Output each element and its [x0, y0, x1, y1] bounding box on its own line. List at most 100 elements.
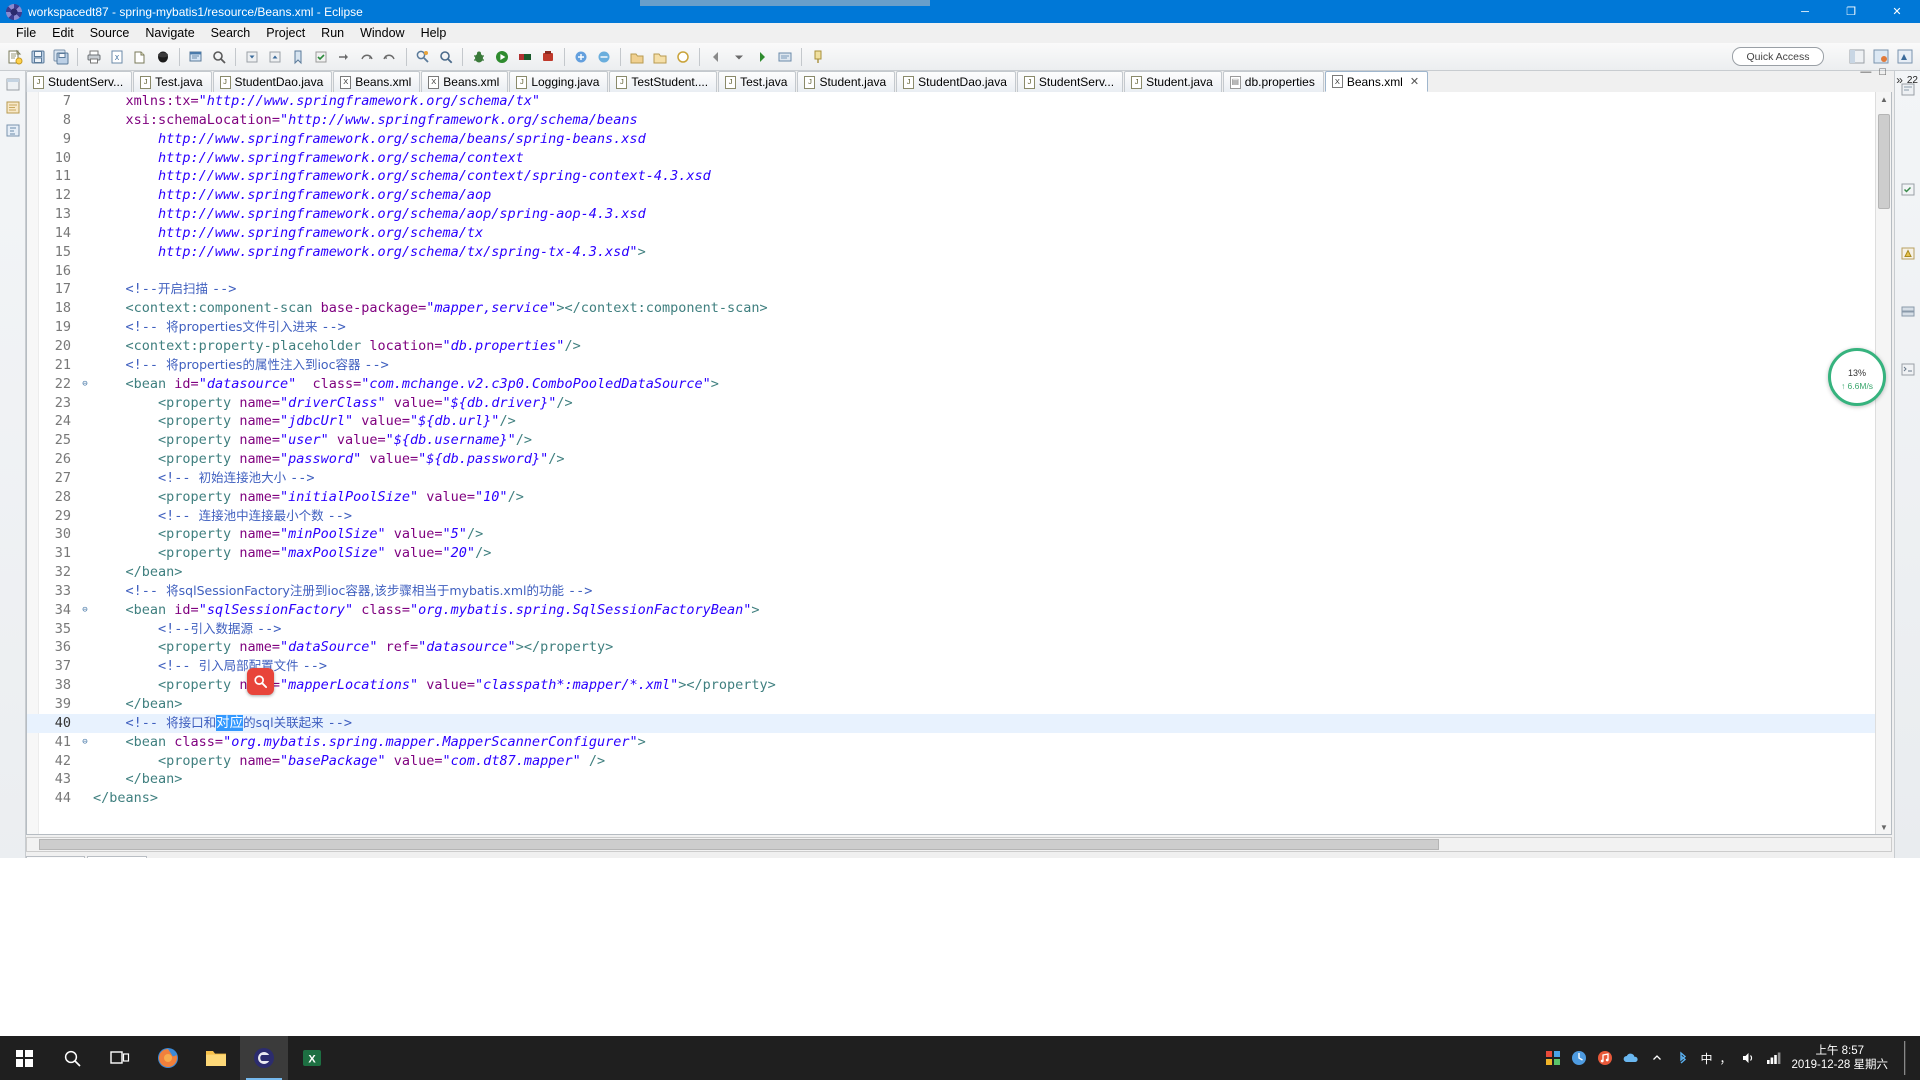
code-line-13[interactable]: 13 http://www.springframework.org/schema…	[27, 205, 1875, 224]
code-line-15[interactable]: 15 http://www.springframework.org/schema…	[27, 243, 1875, 262]
menu-item-help[interactable]: Help	[413, 24, 455, 42]
coverage-icon[interactable]	[514, 46, 536, 68]
code-line-36[interactable]: 36 <property name="dataSource" ref="data…	[27, 638, 1875, 657]
chevron-down-icon[interactable]	[728, 46, 750, 68]
tab-overflow-chevron[interactable]: »	[1896, 73, 1903, 87]
code-line-21[interactable]: 21 <!-- 将properties的属性注入到ioc容器 -->	[27, 356, 1875, 375]
menu-item-source[interactable]: Source	[82, 24, 138, 42]
ime-cn-label[interactable]: 中	[1700, 1050, 1712, 1067]
vertical-scroll-thumb[interactable]	[1878, 114, 1890, 209]
package-explorer-icon[interactable]	[2, 97, 24, 117]
code-line-39[interactable]: 39 </bean>	[27, 695, 1875, 714]
search-file-icon[interactable]	[435, 46, 457, 68]
code-line-28[interactable]: 28 <property name="initialPoolSize" valu…	[27, 488, 1875, 507]
ime-indicator[interactable]: 中 ，	[1700, 1050, 1731, 1067]
xml-editor[interactable]: 7 xmlns:tx="http://www.springframework.o…	[26, 92, 1892, 835]
editor-tab-5[interactable]: J Logging.java	[509, 71, 609, 92]
open-perspective-icon[interactable]	[1846, 46, 1868, 67]
code-line-8[interactable]: 8 xsi:schemaLocation="http://www.springf…	[27, 111, 1875, 130]
problems-view-icon[interactable]	[1897, 243, 1919, 263]
code-line-32[interactable]: 32 </bean>	[27, 563, 1875, 582]
code-line-7[interactable]: 7 xmlns:tx="http://www.springframework.o…	[27, 92, 1875, 111]
eclipse-icon[interactable]	[240, 1036, 288, 1080]
code-line-41[interactable]: 41 ⊖ <bean class="org.mybatis.spring.mapp…	[27, 733, 1875, 752]
pin-editor-icon[interactable]	[807, 46, 829, 68]
new-project-icon[interactable]	[152, 46, 174, 68]
new-wizard-icon[interactable]	[4, 46, 26, 68]
code-line-23[interactable]: 23 <property name="driverClass" value="$…	[27, 394, 1875, 413]
horizontal-scroll-thumb[interactable]	[39, 839, 1439, 850]
forward-navigation-icon[interactable]	[751, 46, 773, 68]
java-perspective-icon[interactable]	[1870, 46, 1892, 67]
show-desktop-icon[interactable]	[1896, 1041, 1914, 1075]
maximize-editor-icon[interactable]: □	[1879, 66, 1886, 78]
minimize-editor-icon[interactable]: —	[1860, 66, 1871, 78]
code-line-34[interactable]: 34 ⊖ <bean id="sqlSessionFactory" class="…	[27, 601, 1875, 620]
editor-tab-3[interactable]: X Beans.xml	[333, 71, 421, 92]
menu-item-search[interactable]: Search	[203, 24, 259, 42]
editor-tab-7[interactable]: J Test.java	[718, 71, 797, 92]
editor-horizontal-scrollbar[interactable]	[26, 837, 1892, 852]
code-line-11[interactable]: 11 http://www.springframework.org/schema…	[27, 167, 1875, 186]
network-icon[interactable]	[1765, 1049, 1783, 1067]
history-icon[interactable]	[774, 46, 796, 68]
editor-tab-6[interactable]: J TestStudent....	[609, 71, 718, 92]
debug-icon[interactable]	[468, 46, 490, 68]
run-icon[interactable]	[491, 46, 513, 68]
fold-toggle[interactable]: ⊖	[79, 375, 91, 394]
step-return-icon[interactable]	[379, 46, 401, 68]
menu-item-navigate[interactable]: Navigate	[137, 24, 202, 42]
new-interface-icon[interactable]	[672, 46, 694, 68]
code-line-25[interactable]: 25 <property name="user" value="${db.use…	[27, 431, 1875, 450]
ime-punct-label[interactable]: ，	[1719, 1050, 1731, 1067]
code-line-18[interactable]: 18 <context:component-scan base-package=…	[27, 299, 1875, 318]
fold-toggle[interactable]: ⊖	[79, 601, 91, 620]
firefox-icon[interactable]	[144, 1036, 192, 1080]
code-line-33[interactable]: 33 <!-- 将sqlSessionFactory注册到ioc容器,该步骤相当…	[27, 582, 1875, 601]
external-tools-icon[interactable]	[537, 46, 559, 68]
code-line-38[interactable]: 38 <property name="mapperLocations" valu…	[27, 676, 1875, 695]
save-all-icon[interactable]	[50, 46, 72, 68]
menu-item-run[interactable]: Run	[313, 24, 352, 42]
code-line-44[interactable]: 44 </beans>	[27, 789, 1875, 808]
editor-tab-1[interactable]: J Test.java	[133, 71, 212, 92]
back-navigation-icon[interactable]	[705, 46, 727, 68]
maximize-button[interactable]: ❐	[1828, 0, 1874, 23]
tray-app-icon[interactable]	[1570, 1049, 1588, 1067]
editor-tab-9[interactable]: J StudentDao.java	[896, 71, 1016, 92]
step-over-icon[interactable]	[356, 46, 378, 68]
editor-tab-13[interactable]: X Beans.xml ✕	[1324, 71, 1429, 92]
console-view-icon[interactable]	[1897, 359, 1919, 379]
bookmark-icon[interactable]	[287, 46, 309, 68]
code-line-24[interactable]: 24 <property name="jdbcUrl" value="${db.…	[27, 412, 1875, 431]
new-java-project-icon[interactable]	[570, 46, 592, 68]
export-icon[interactable]	[129, 46, 151, 68]
magnifier-icon[interactable]	[208, 46, 230, 68]
quick-access-input[interactable]: Quick Access	[1732, 47, 1824, 66]
code-line-14[interactable]: 14 http://www.springframework.org/schema…	[27, 224, 1875, 243]
menu-item-file[interactable]: File	[8, 24, 44, 42]
code-line-10[interactable]: 10 http://www.springframework.org/schema…	[27, 149, 1875, 168]
servers-view-icon[interactable]	[1897, 301, 1919, 321]
windows-start-icon[interactable]	[0, 1036, 48, 1080]
chevron-up-icon[interactable]	[1648, 1049, 1666, 1067]
minimize-button[interactable]: ─	[1782, 0, 1828, 23]
close-tab-icon[interactable]: ✕	[1410, 75, 1419, 88]
code-line-16[interactable]: 16	[27, 262, 1875, 281]
code-line-30[interactable]: 30 <property name="minPoolSize" value="5…	[27, 525, 1875, 544]
new-xml-file-icon[interactable]: X	[106, 46, 128, 68]
search-magnifier-icon[interactable]	[247, 668, 274, 695]
save-icon[interactable]	[27, 46, 49, 68]
new-folder-icon[interactable]	[649, 46, 671, 68]
editor-tab-0[interactable]: J StudentServ...	[26, 71, 133, 92]
menu-item-project[interactable]: Project	[258, 24, 313, 42]
volume-icon[interactable]	[1739, 1049, 1757, 1067]
editor-tab-4[interactable]: X Beans.xml	[421, 71, 509, 92]
tray-music-icon[interactable]	[1596, 1049, 1614, 1067]
code-line-22[interactable]: 22 ⊖ <bean id="datasource" class="com.mch…	[27, 375, 1875, 394]
prev-annotation-icon[interactable]	[264, 46, 286, 68]
code-line-27[interactable]: 27 <!-- 初始连接池大小 -->	[27, 469, 1875, 488]
code-line-20[interactable]: 20 <context:property-placeholder locatio…	[27, 337, 1875, 356]
code-line-26[interactable]: 26 <property name="password" value="${db…	[27, 450, 1875, 469]
code-line-29[interactable]: 29 <!-- 连接池中连接最小个数 -->	[27, 507, 1875, 526]
